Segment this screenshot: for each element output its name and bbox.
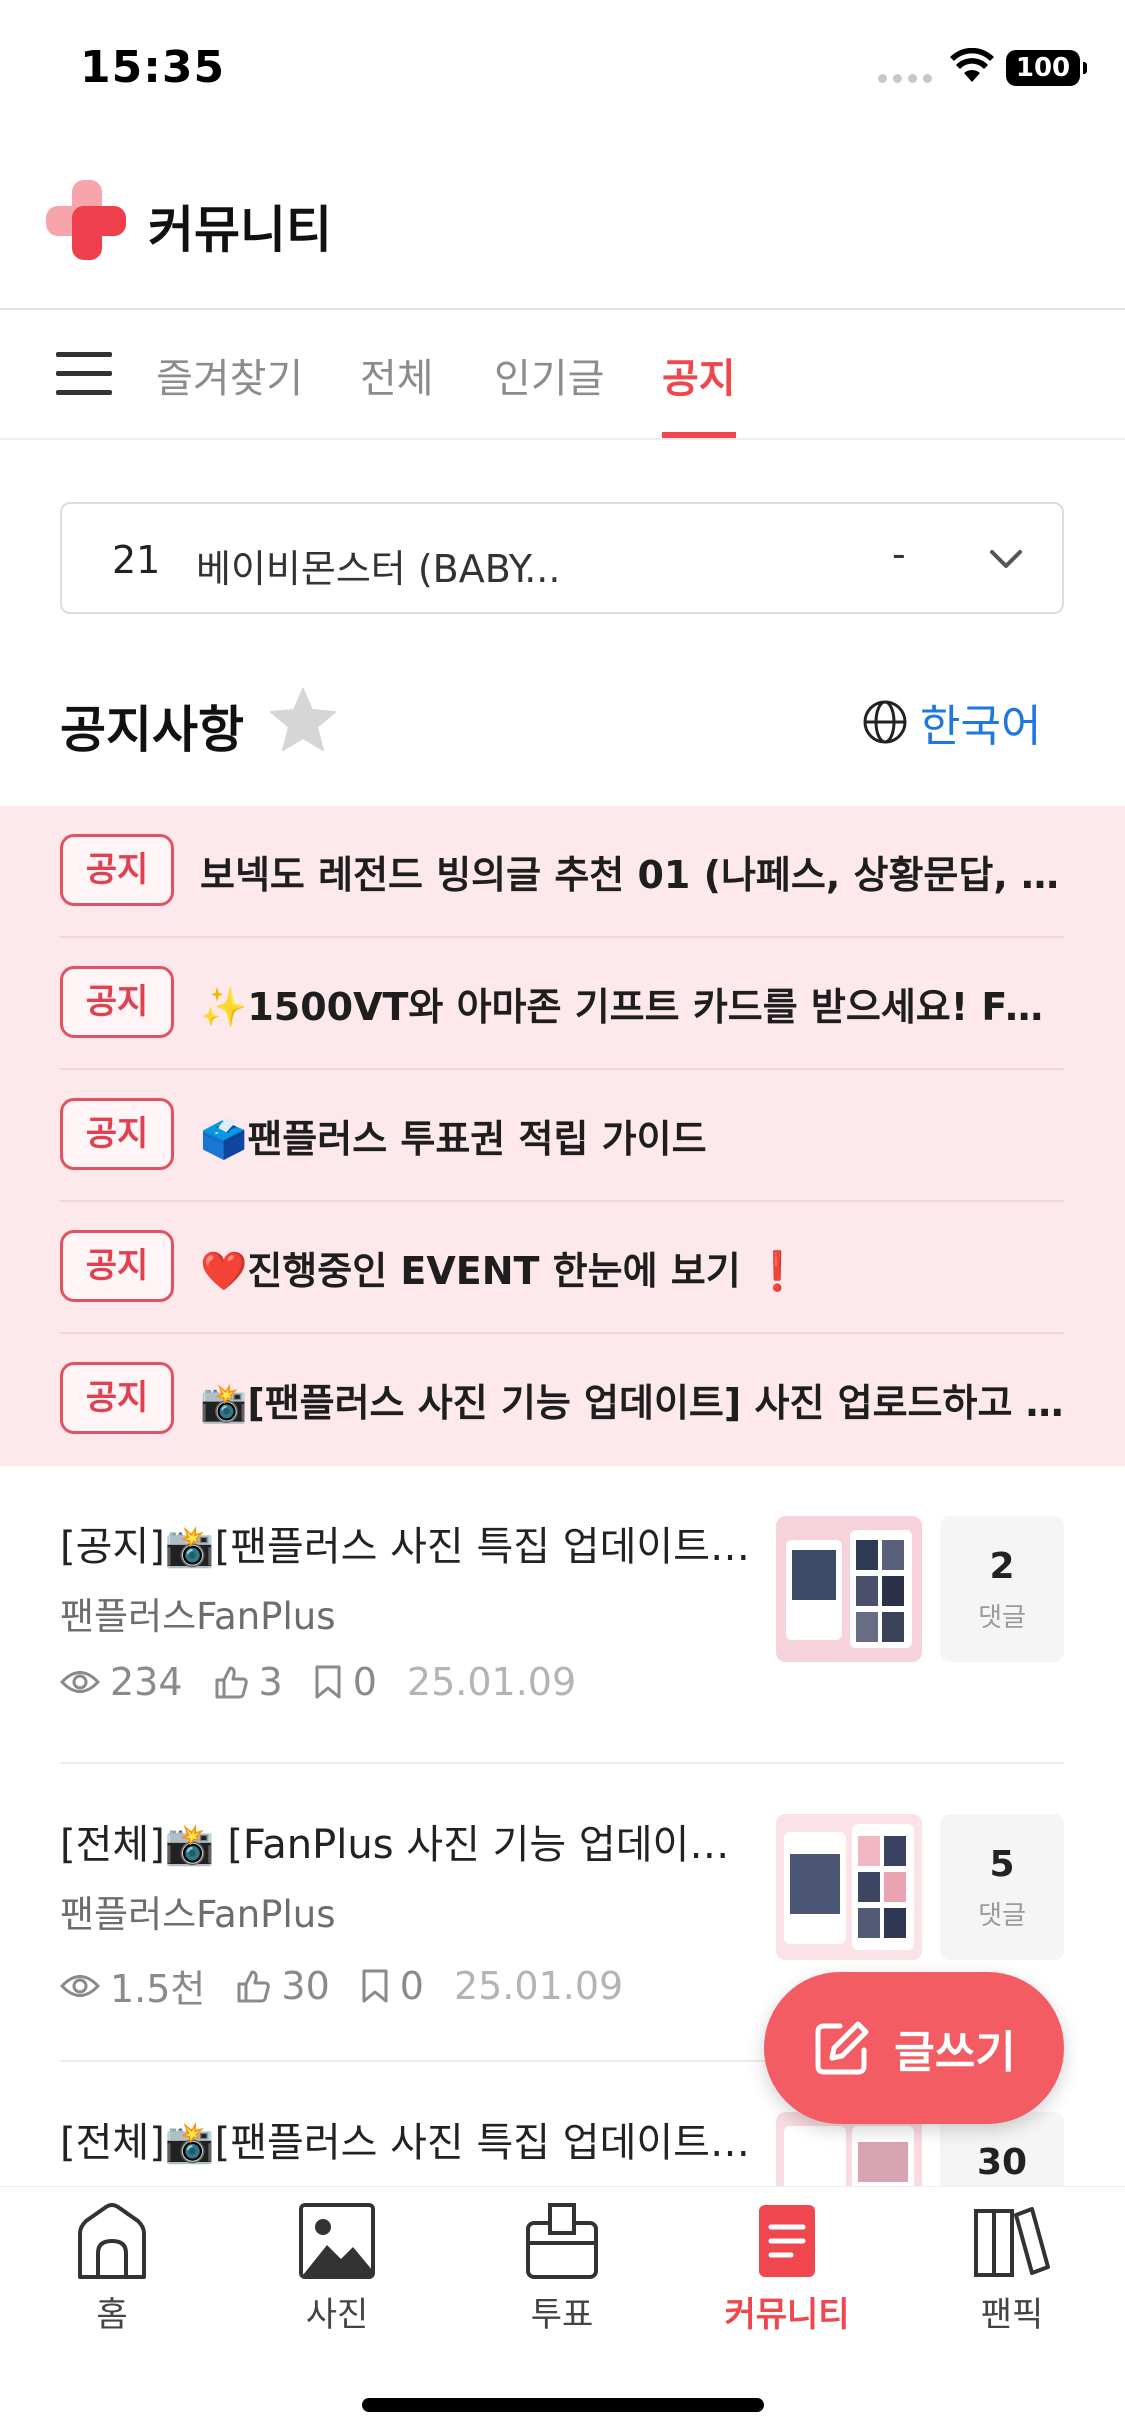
write-post-button[interactable]: 글쓰기	[764, 1972, 1064, 2124]
thumbs-up-icon	[215, 1666, 248, 1699]
post-title: [공지]📸[팬플러스 사진 특집 업데이트] 사진 특집	[60, 1524, 760, 1570]
chevron-down-icon	[990, 550, 1022, 568]
notice-badge: 공지	[60, 1230, 174, 1302]
nav-home[interactable]: 홈	[37, 2201, 187, 2336]
view-count: 1.5천	[110, 1967, 206, 2011]
post-date: 25.01.09	[406, 1660, 577, 1704]
star-favorite-icon[interactable]	[268, 686, 338, 754]
comment-count: 5	[989, 1844, 1015, 1885]
fanplus-logo-icon	[46, 180, 126, 260]
active-tab-indicator	[662, 432, 736, 438]
app-header: 커뮤니티	[0, 150, 1125, 310]
notice-title: 📸[팬플러스 사진 기능 업데이트] 사진 업로드하고 VT 받기	[200, 1381, 1064, 1425]
view-count: 234	[110, 1660, 183, 1704]
notice-title: 🗳️팬플러스 투표권 적립 가이드	[200, 1117, 707, 1161]
tab-favorites[interactable]: 즐겨찾기	[156, 346, 303, 404]
status-time: 15:35	[80, 42, 226, 93]
ballot-box-icon	[526, 2203, 598, 2279]
signal-icon	[878, 74, 934, 84]
artist-rank: 21	[112, 538, 161, 582]
tab-all[interactable]: 전체	[360, 346, 434, 404]
post-author: 팬플러스FanPlus	[60, 1595, 336, 1638]
bookmark-icon	[315, 1665, 341, 1699]
language-selector[interactable]: 한국어	[862, 694, 1041, 752]
section-title: 공지사항	[60, 701, 244, 759]
post-title: [전체]📸[팬플러스 사진 특집 업데이트] 사진 특집	[60, 2120, 760, 2166]
eye-icon	[60, 1974, 100, 1997]
comment-label: 댓글	[978, 1901, 1026, 1931]
notice-badge: 공지	[60, 834, 174, 906]
post-thumbnail	[776, 1814, 922, 1960]
post-meta: 1.5천 30 0 25.01.09	[60, 1958, 623, 2013]
notice-title: ✨1500VT와 아마존 기프트 카드를 받으세요! FanPlus	[200, 985, 1064, 1029]
language-label: 한국어	[920, 701, 1042, 752]
bookmark-count: 0	[352, 1660, 377, 1704]
wifi-icon	[950, 48, 994, 82]
notice-title: 보넥도 레전드 빙의글 추천 01 (나페스, 상황문답, 완결)	[200, 853, 1064, 897]
like-count: 3	[258, 1660, 283, 1704]
artist-name: 베이비몬스터 (BABY...	[196, 547, 561, 591]
write-post-label: 글쓰기	[894, 2027, 1016, 2078]
comment-count: 2	[989, 1546, 1015, 1587]
hamburger-menu-icon[interactable]	[56, 352, 112, 396]
globe-icon	[863, 700, 907, 744]
post-author: 팬플러스FanPlus	[60, 1893, 336, 1936]
notice-title: ❤️진행중인 EVENT 한눈에 보기 ❗	[200, 1249, 802, 1293]
nav-fanfic[interactable]: 팬픽	[937, 2201, 1087, 2336]
pinned-notice-item[interactable]: 공지 📸[팬플러스 사진 기능 업데이트] 사진 업로드하고 VT 받기	[60, 1334, 1064, 1466]
comment-count-box: 2 댓글	[940, 1516, 1064, 1662]
thumbs-up-icon	[237, 1970, 271, 2002]
notice-badge: 공지	[60, 1098, 174, 1170]
bookmark-icon	[362, 1969, 388, 2002]
tab-popular[interactable]: 인기글	[494, 346, 604, 404]
community-tabs: 즐겨찾기 전체 인기글 공지	[0, 312, 1125, 440]
notice-badge: 공지	[60, 966, 174, 1038]
image-icon	[299, 2203, 375, 2279]
pinned-notices: 공지 보넥도 레전드 빙의글 추천 01 (나페스, 상황문답, 완결) 공지 …	[0, 806, 1125, 1466]
nav-community-label: 커뮤니티	[724, 2295, 850, 2335]
post-meta: 234 3 0 25.01.09	[60, 1660, 576, 1704]
home-icon	[78, 2203, 146, 2279]
comment-label: 댓글	[978, 1603, 1026, 1633]
pinned-notice-item[interactable]: 공지 ❤️진행중인 EVENT 한눈에 보기 ❗	[60, 1202, 1064, 1334]
bookmark-count: 0	[399, 1963, 424, 2008]
nav-home-label: 홈	[96, 2295, 128, 2335]
nav-community[interactable]: 커뮤니티	[712, 2201, 862, 2336]
notice-badge: 공지	[60, 1362, 174, 1434]
books-icon	[974, 2207, 1050, 2277]
status-bar: 15:35 100	[0, 0, 1125, 140]
nav-photo-label: 사진	[305, 2295, 369, 2335]
pinned-notice-item[interactable]: 공지 🗳️팬플러스 투표권 적립 가이드	[60, 1070, 1064, 1202]
battery-icon: 100	[1006, 50, 1087, 86]
page-title: 커뮤니티	[148, 201, 332, 259]
edit-pencil-icon	[815, 2021, 869, 2075]
pinned-notice-item[interactable]: 공지 보넥도 레전드 빙의글 추천 01 (나페스, 상황문답, 완결)	[60, 806, 1064, 938]
post-date: 25.01.09	[453, 1963, 624, 2008]
community-doc-icon	[759, 2205, 815, 2277]
artist-selector[interactable]: 21 베이비몬스터 (BABY... -	[60, 502, 1064, 614]
nav-vote[interactable]: 투표	[487, 2201, 637, 2336]
rank-change: -	[892, 532, 906, 576]
nav-fanfic-label: 팬픽	[980, 2295, 1044, 2335]
pinned-notice-item[interactable]: 공지 ✨1500VT와 아마존 기프트 카드를 받으세요! FanPlus	[60, 938, 1064, 1070]
tab-notice[interactable]: 공지	[662, 346, 736, 404]
nav-photo[interactable]: 사진	[262, 2201, 412, 2336]
home-indicator	[362, 2398, 764, 2412]
post-list-item[interactable]: [공지]📸[팬플러스 사진 특집 업데이트] 사진 특집 팬플러스FanPlus…	[60, 1466, 1064, 1764]
nav-vote-label: 투표	[530, 2295, 594, 2335]
comment-count: 30	[976, 2142, 1028, 2183]
post-thumbnail	[776, 1516, 922, 1662]
post-title: [전체]📸 [FanPlus 사진 기능 업데이트] 사진 기능	[60, 1822, 760, 1868]
eye-icon	[60, 1671, 100, 1693]
comment-count-box: 5 댓글	[940, 1814, 1064, 1960]
like-count: 30	[281, 1963, 330, 2008]
